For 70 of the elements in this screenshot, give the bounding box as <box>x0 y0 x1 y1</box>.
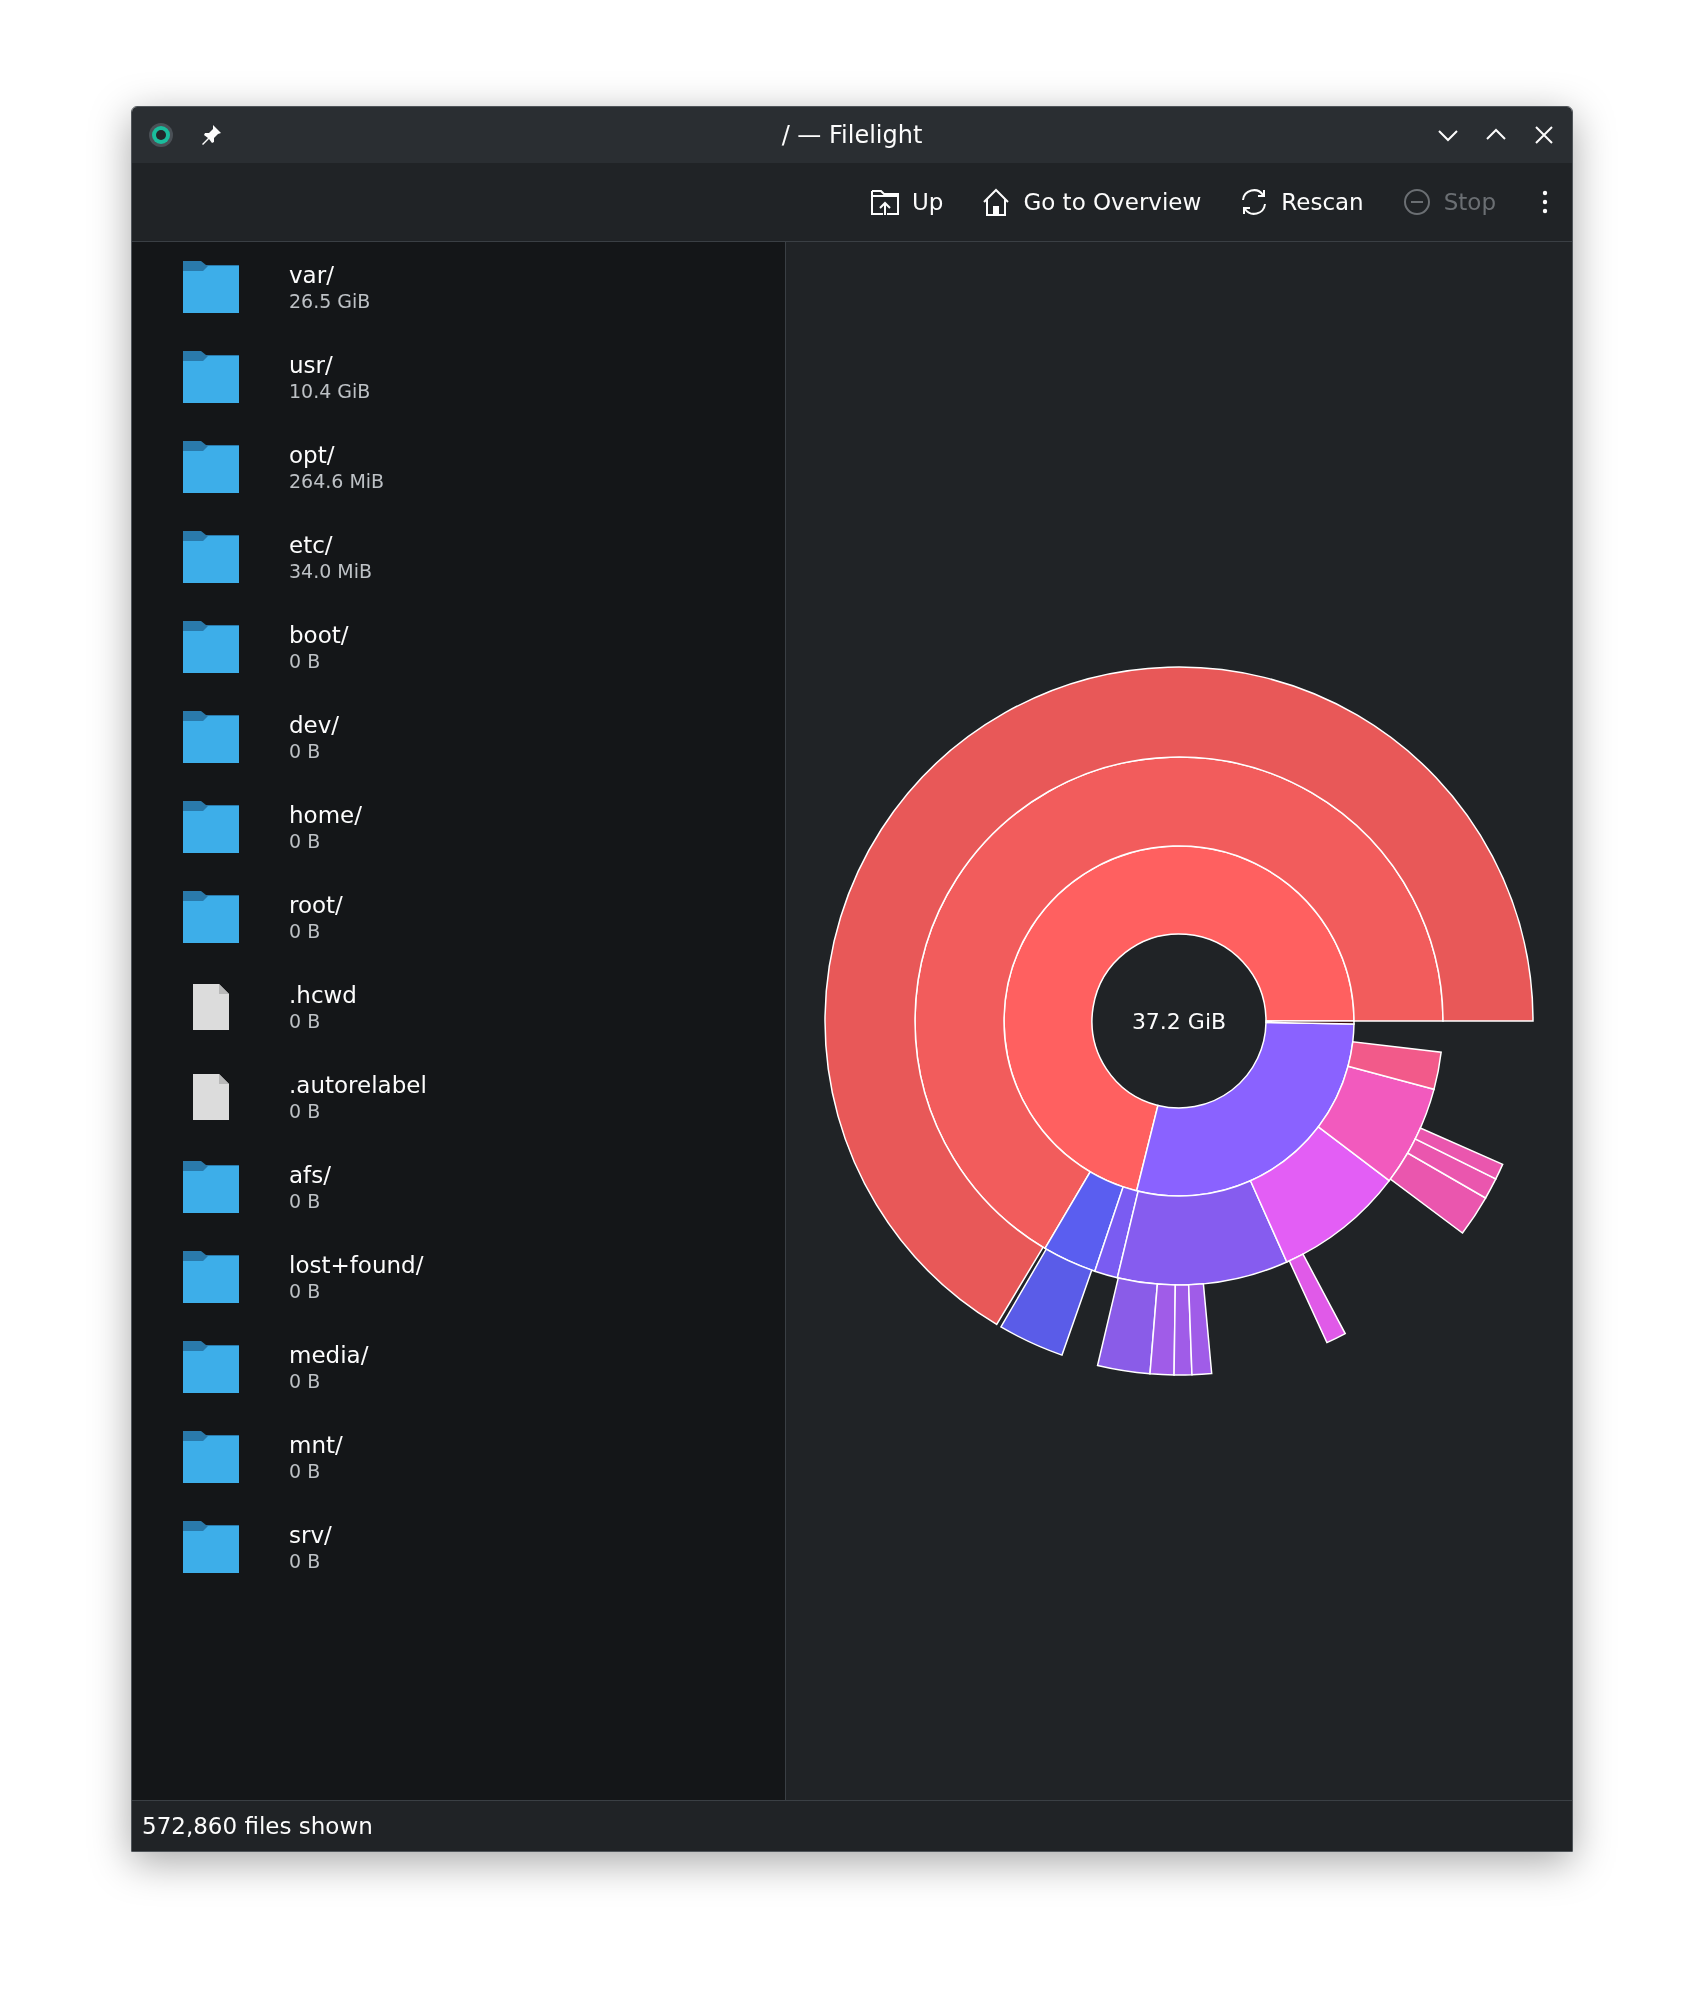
folder-icon <box>183 1341 239 1393</box>
file-name: dev/ <box>289 712 340 738</box>
app-icon <box>146 120 176 150</box>
folder-up-icon <box>869 187 900 217</box>
file-name: media/ <box>289 1342 369 1368</box>
file-name: opt/ <box>289 442 336 468</box>
file-size: 34.0 MiB <box>289 560 373 582</box>
folder-icon <box>183 1521 239 1573</box>
folder-icon <box>183 261 239 313</box>
file-size: 0 B <box>289 1190 322 1212</box>
chart-segment[interactable] <box>1249 1126 1391 1263</box>
file-size: 0 B <box>289 650 322 672</box>
chart-segment[interactable] <box>1003 845 1355 1192</box>
chart-segment[interactable] <box>1265 1020 1355 1025</box>
file-size: 0 B <box>289 830 322 852</box>
file-name: afs/ <box>289 1162 331 1188</box>
file-name: etc/ <box>289 532 334 558</box>
chart-segment[interactable] <box>1317 1065 1435 1182</box>
file-icon <box>193 1074 229 1120</box>
folder-icon <box>183 531 239 583</box>
file-size: 0 B <box>289 1370 322 1392</box>
file-size: 264.6 MiB <box>289 470 385 492</box>
file-name: var/ <box>289 262 335 288</box>
file-size: 10.4 GiB <box>289 380 371 402</box>
chart-segment[interactable] <box>1347 1040 1442 1091</box>
chart-segment[interactable] <box>1116 1180 1288 1286</box>
chart-segment[interactable] <box>1288 1253 1346 1344</box>
chart-segment[interactable] <box>1096 1277 1159 1375</box>
file-name: srv/ <box>289 1522 332 1548</box>
file-name: lost+found/ <box>289 1252 424 1278</box>
folder-icon <box>183 801 239 853</box>
chart-segment[interactable] <box>1414 1127 1504 1180</box>
folder-icon <box>183 621 239 673</box>
folder-icon <box>183 351 239 403</box>
file-size: 0 B <box>289 1550 322 1572</box>
file-icon <box>193 984 229 1030</box>
status-text: 572,860 files shown <box>142 1813 373 1839</box>
overview-button[interactable]: Go to Overview <box>971 179 1212 225</box>
file-size: 0 B <box>289 1010 322 1032</box>
chart-segment[interactable] <box>914 756 1444 1250</box>
file-size: 0 B <box>289 1460 322 1482</box>
file-name: home/ <box>289 802 362 828</box>
chart-segment[interactable] <box>1000 1248 1093 1356</box>
folder-icon <box>183 1431 239 1483</box>
file-size: 0 B <box>289 1280 322 1302</box>
rescan-button[interactable]: Rescan <box>1229 179 1374 225</box>
file-name: mnt/ <box>289 1432 343 1458</box>
window-title: / — Filelight <box>781 121 923 149</box>
folder-icon <box>183 1161 239 1213</box>
file-name: .autorelabel <box>289 1072 427 1098</box>
folder-icon <box>183 891 239 943</box>
file-name: usr/ <box>289 352 334 378</box>
file-size: 26.5 GiB <box>289 290 371 312</box>
total-size-label: 37.2 GiB <box>1131 1008 1227 1034</box>
file-name: .hcwd <box>289 982 357 1008</box>
file-size: 0 B <box>289 740 322 762</box>
menu-icon <box>1542 190 1548 214</box>
chart-segment[interactable] <box>1406 1138 1497 1199</box>
file-size: 0 B <box>289 1100 322 1122</box>
file-size: 0 B <box>289 920 322 942</box>
folder-icon <box>183 711 239 763</box>
chart-segment[interactable] <box>1187 1283 1213 1376</box>
chart-segment[interactable] <box>824 666 1534 1326</box>
chart-segment[interactable] <box>1389 1152 1487 1234</box>
folder-icon <box>183 1251 239 1303</box>
stop-icon <box>1401 187 1432 217</box>
file-name: boot/ <box>289 622 349 648</box>
file-name: root/ <box>289 892 343 918</box>
folder-icon <box>183 441 239 493</box>
up-button[interactable]: Up <box>859 179 954 225</box>
